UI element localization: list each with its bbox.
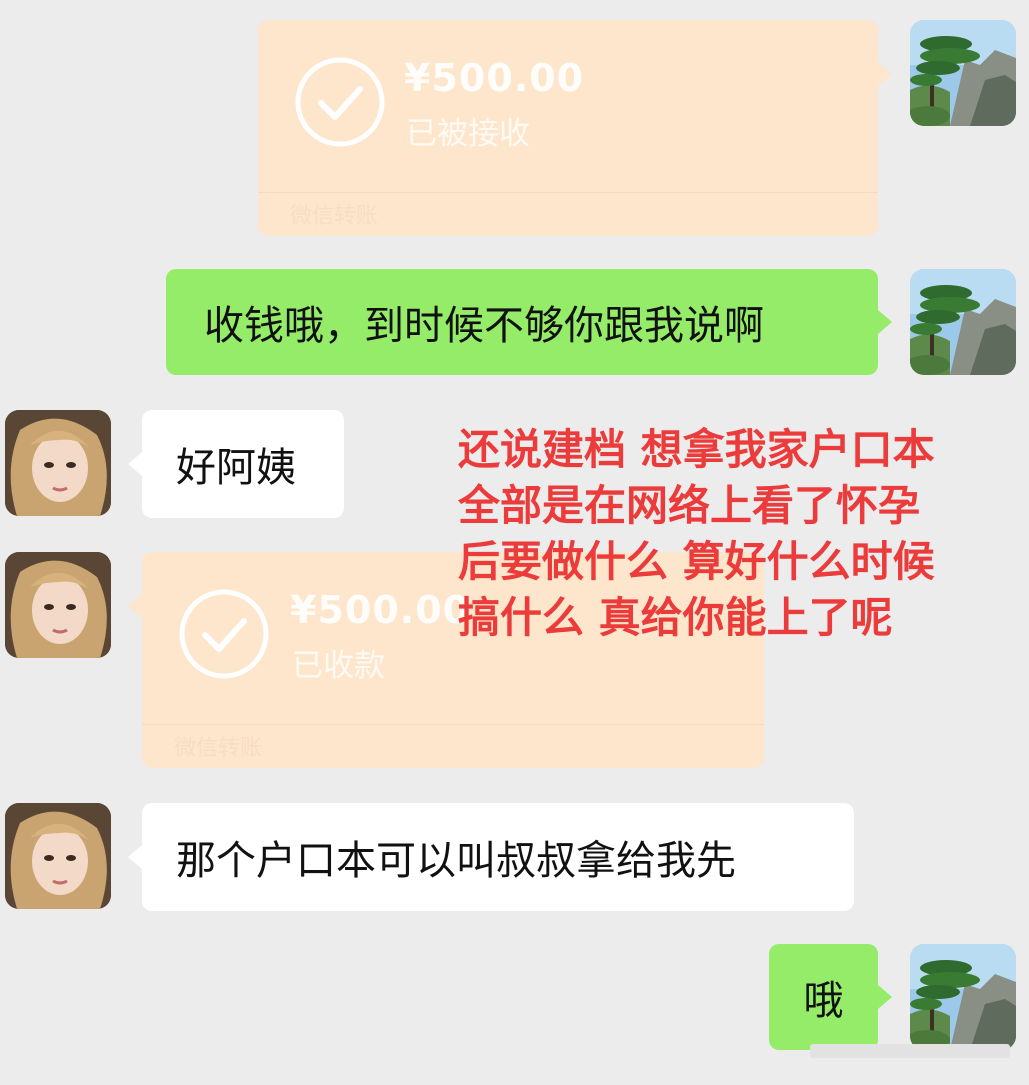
message-text: 那个户口本可以叫叔叔拿给我先: [176, 838, 736, 884]
bubble-tail: [128, 452, 142, 476]
transfer-divider: [142, 724, 764, 725]
chat-bubble-sent[interactable]: 收钱哦，到时候不够你跟我说啊: [166, 269, 878, 375]
chat-bubble-received[interactable]: 好阿姨: [142, 410, 344, 518]
contact-avatar[interactable]: [5, 410, 111, 516]
chat-bubble-sent[interactable]: 哦: [769, 944, 878, 1050]
self-avatar[interactable]: [910, 269, 1016, 375]
transfer-status: 已收款: [292, 648, 385, 684]
transfer-status: 已被接收: [406, 116, 530, 152]
message-text: 收钱哦，到时候不够你跟我说啊: [204, 303, 764, 349]
bubble-tail: [878, 985, 892, 1009]
bubble-tail: [128, 594, 142, 618]
transfer-footer: 微信转账: [290, 204, 379, 229]
transfer-footer: 微信转账: [174, 736, 263, 761]
watermark-mark: [810, 1044, 1010, 1058]
caption-line: 全部是在网络上看了怀孕: [458, 481, 921, 530]
transfer-amount: ¥500.00: [290, 588, 471, 632]
caption-line: 后要做什么 算好什么时候: [458, 537, 935, 586]
check-circle-icon: [295, 57, 385, 147]
transfer-divider: [258, 192, 878, 193]
check-circle-icon: [179, 589, 269, 679]
self-avatar[interactable]: [910, 944, 1016, 1050]
bubble-tail: [128, 845, 142, 869]
chat-bubble-received[interactable]: 那个户口本可以叫叔叔拿给我先: [142, 803, 854, 911]
overlay-caption: 还说建档 想拿我家户口本 全部是在网络上看了怀孕 后要做什么 算好什么时候 搞什…: [458, 422, 998, 646]
contact-avatar[interactable]: [5, 803, 111, 909]
transfer-amount: ¥500.00: [404, 56, 585, 100]
transfer-card-sent[interactable]: ¥500.00 已被接收 微信转账: [258, 20, 878, 236]
self-avatar[interactable]: [910, 20, 1016, 126]
caption-line: 搞什么 真给你能上了呢: [458, 593, 893, 642]
bubble-tail: [878, 310, 892, 334]
contact-avatar[interactable]: [5, 552, 111, 658]
message-text: 好阿姨: [176, 445, 296, 491]
bubble-tail: [878, 62, 892, 86]
message-text: 哦: [803, 978, 844, 1024]
caption-line: 还说建档 想拿我家户口本: [458, 425, 935, 474]
